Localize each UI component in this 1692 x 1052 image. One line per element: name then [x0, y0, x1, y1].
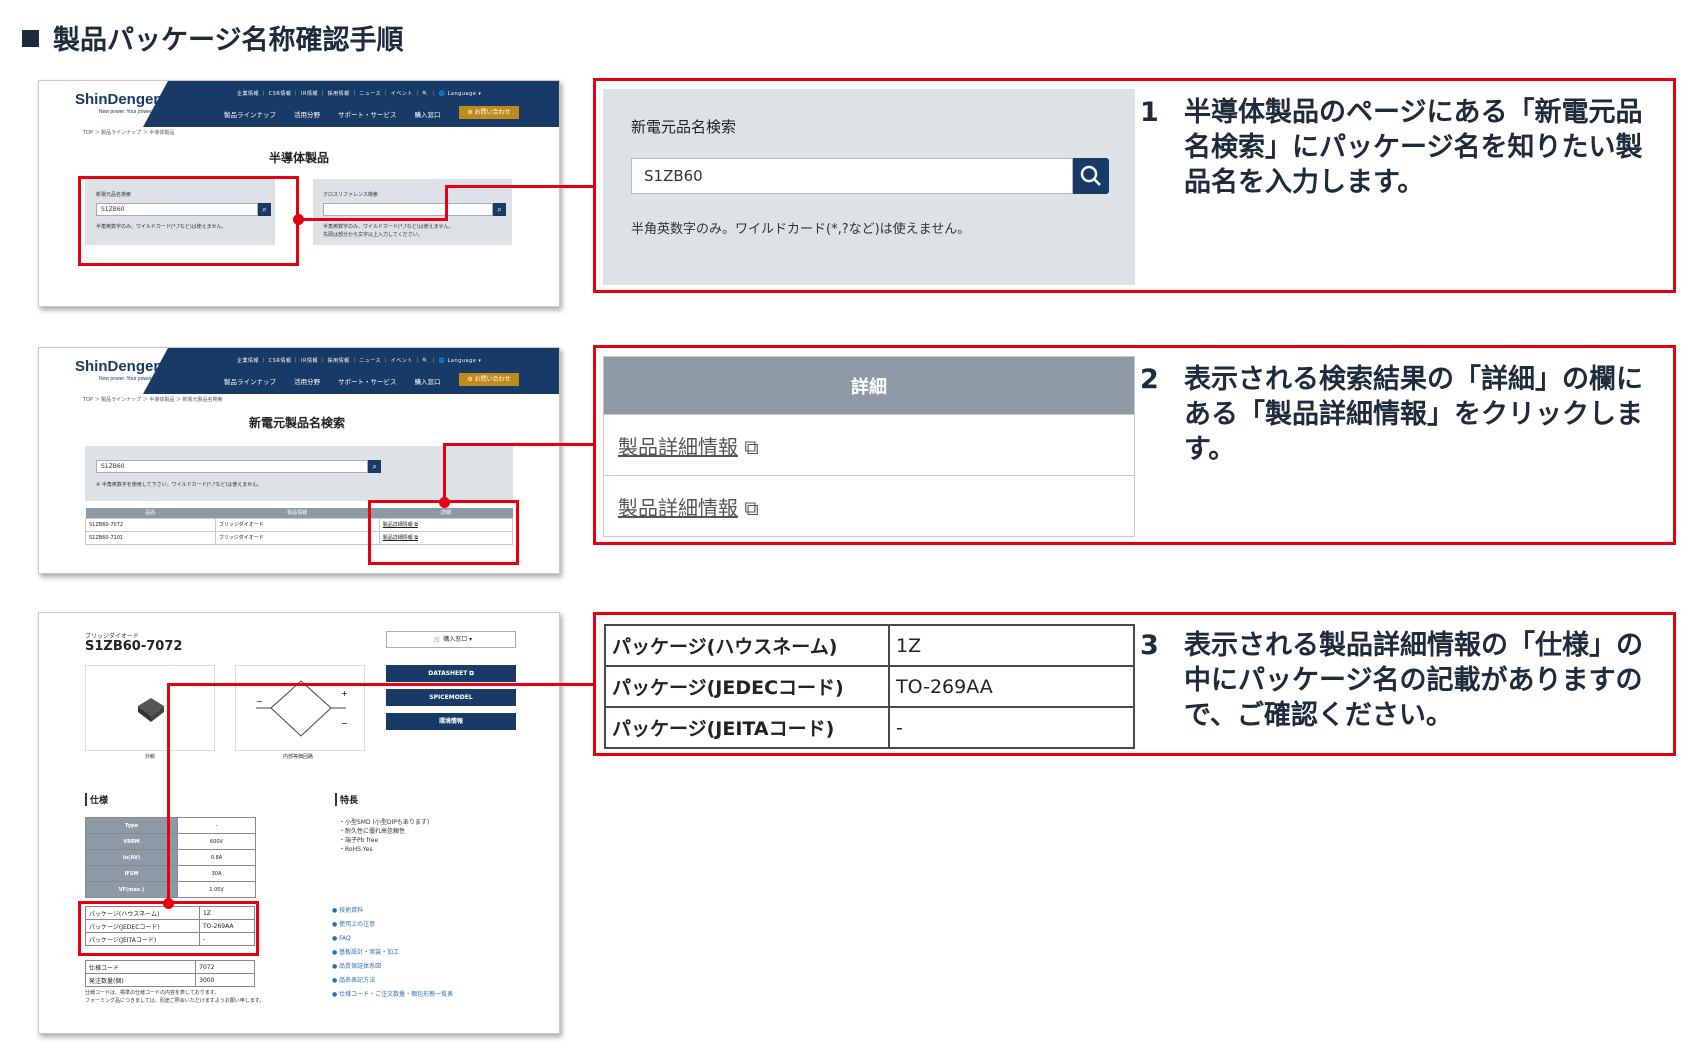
link-item[interactable]: ● FAQ	[332, 932, 453, 946]
breadcrumb: TOP ＞ 製品ラインナップ ＞ 半導体製品 ＞ 新電元製品名検索	[83, 397, 223, 403]
bridge-circuit-icon: ~ + −	[256, 680, 348, 737]
zoomed-package-table: パッケージ(ハウスネーム) 1Z パッケージ(JEDECコード) TO-269AA …	[604, 624, 1135, 749]
search-icon[interactable]: ⌕	[368, 460, 381, 473]
step2-text: 2 表示される検索結果の「詳細」の欄にある「製品詳細情報」をクリックします。	[1140, 364, 1643, 465]
zoomed-detail-table: 詳細 製品詳細情報 ⧉ 製品詳細情報 ⧉	[603, 356, 1135, 537]
search-icon	[1080, 165, 1101, 186]
search-input[interactable]: S1ZB60	[631, 158, 1073, 194]
cross-reference-box: クロスリファレンス検索 ⌕ 半角英数字のみ。ワイルドカード(*,?など)は使えま…	[313, 179, 512, 245]
link-item[interactable]: ● 使用上の注意	[332, 918, 453, 932]
page-title: 製品パッケージ名称確認手順	[22, 18, 403, 57]
section-heading: 新電元製品名検索	[249, 416, 346, 430]
search-button[interactable]	[1073, 158, 1109, 194]
menu-item[interactable]: サポート・サービス	[338, 111, 397, 119]
main-menu: 製品ラインナップ 活用分野 サポート・サービス 購入窓口	[224, 109, 459, 119]
svg-text:−: −	[341, 719, 348, 728]
marker-dot	[163, 898, 174, 909]
code-table: 仕様コード 7072 発注数量(個) 3000	[84, 960, 255, 987]
datasheet-button[interactable]: DATASHEET ⧉	[386, 665, 516, 682]
search-results-box: S1ZB60 ⌕ ※ 半角英数字を使用して下さい。ワイルドカード(*,?など)は…	[85, 446, 513, 501]
link-item[interactable]: ● 基板設計・実装・加工	[332, 946, 453, 960]
contact-button[interactable]: ⚙ お問い合わせ	[459, 373, 519, 386]
menu-item[interactable]: 購入窓口	[415, 111, 441, 119]
step1-text: 1 半導体製品のページにある「新電元品名検索」にパッケージ名を知りたい製品名を入力…	[1140, 97, 1643, 198]
spec-heading: 仕様	[85, 793, 108, 806]
breadcrumb: TOP ＞ 製品ラインナップ ＞ 半導体製品	[83, 130, 175, 136]
menu-item[interactable]: サポート・サービス	[338, 378, 397, 386]
main-menu: 製品ラインナップ 活用分野 サポート・サービス 購入窓口	[224, 376, 459, 386]
top-nav[interactable]: 企業情報 ｜ CSR情報 ｜ IR情報 ｜ 採用情報 ｜ ニュース ｜ イベント…	[237, 90, 481, 97]
spicemodel-button[interactable]: SPICEMODEL	[386, 689, 516, 706]
menu-item[interactable]: 活用分野	[294, 111, 320, 119]
feature-heading: 特長	[335, 793, 358, 806]
external-link-icon: ⧉	[744, 495, 759, 520]
search-label: 新電元品名検索	[631, 118, 737, 136]
marker-dot	[439, 497, 450, 508]
detail-header: 詳細	[603, 356, 1135, 415]
spec-table: Type - VRRM 600V Io(AV) 0.8A IFSM 30A VF(max…	[85, 817, 256, 898]
search-icon[interactable]: ⌕	[493, 203, 506, 216]
square-bullet-icon	[22, 30, 39, 47]
svg-text:~: ~	[256, 697, 263, 706]
cross-search-input[interactable]	[323, 203, 493, 216]
link-item[interactable]: ● 品名表記方法	[332, 974, 453, 988]
contact-button[interactable]: ⚙ お問い合わせ	[459, 106, 519, 119]
table-row: パッケージ(JEITAコード) -	[604, 706, 1135, 749]
table-row: パッケージ(ハウスネーム) 1Z	[604, 624, 1135, 667]
buy-select[interactable]: 🛒 購入窓口 ▾	[386, 631, 516, 648]
highlight-box	[78, 901, 259, 956]
circuit-diagram: ~ + −	[235, 665, 365, 751]
table-row: パッケージ(JEDECコード) TO-269AA	[604, 665, 1135, 708]
svg-text:+: +	[341, 689, 348, 698]
highlight-box	[78, 176, 299, 266]
related-links: ● 技術資料 ● 使用上の注意 ● FAQ ● 基板設計・実装・加工 ● 品質保…	[332, 904, 453, 1002]
site-header: ShinDengen Now power. Your power. 企業情報 ｜ …	[39, 348, 559, 394]
top-nav[interactable]: 企業情報 ｜ CSR情報 ｜ IR情報 ｜ 採用情報 ｜ ニュース ｜ イベント…	[237, 357, 481, 364]
feature-list: ・小型SMD (小型DIPもあります) ・耐久性に優れ高信頼性 ・端子Pb free…	[339, 819, 430, 853]
marker-dot	[293, 214, 304, 225]
highlight-box	[368, 500, 519, 565]
menu-item[interactable]: 製品ラインナップ	[224, 111, 276, 119]
menu-item[interactable]: 購入窓口	[415, 378, 441, 386]
site-logo: ShinDengen Now power. Your power.	[75, 91, 163, 115]
search-note: 半角英数字のみ。ワイルドカード(*,?など)は使えません。	[631, 222, 971, 237]
step3-text: 3 表示される製品詳細情報の「仕様」の中にパッケージ名の記載がありますので、ご確認…	[1140, 630, 1643, 731]
search-input[interactable]: S1ZB60	[96, 460, 368, 473]
menu-item[interactable]: 活用分野	[294, 378, 320, 386]
environment-info-button[interactable]: 環境情報	[386, 713, 516, 730]
product-title: S1ZB60-7072	[85, 639, 183, 654]
site-header: ShinDengen Now power. Your power. 企業情報 ｜ …	[39, 81, 559, 127]
package-icon	[138, 698, 164, 722]
product-image	[85, 665, 215, 751]
section-heading: 半導体製品	[269, 151, 330, 165]
product-detail-link[interactable]: 製品詳細情報	[618, 435, 738, 459]
menu-item[interactable]: 製品ラインナップ	[224, 378, 276, 386]
link-item[interactable]: ● 品質保証体系図	[332, 960, 453, 974]
external-link-icon: ⧉	[744, 434, 759, 459]
product-detail-link[interactable]: 製品詳細情報	[618, 496, 738, 520]
step3-screenshot: ブリッジダイオード S1ZB60-7072 🛒 購入窓口 ▾ DATASHEET…	[38, 612, 560, 1034]
link-item[interactable]: ● 仕様コード・ご注文数量・梱包形態一覧表	[332, 988, 453, 1002]
site-logo: ShinDengen Now power. Your power.	[75, 358, 163, 382]
link-item[interactable]: ● 技術資料	[332, 904, 453, 918]
